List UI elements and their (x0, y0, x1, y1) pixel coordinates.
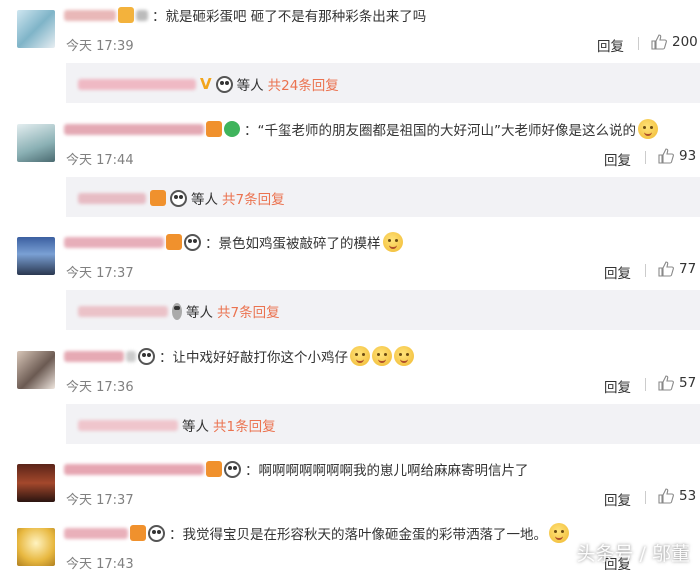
divider (645, 151, 646, 164)
avatar[interactable] (17, 10, 55, 48)
timestamp: 今天 17:36 (66, 380, 134, 395)
comment-text: ：景色如鸡蛋被敲碎了的模样 (205, 236, 381, 252)
laugh-emoji-icon (638, 119, 658, 139)
vip-badge-icon (150, 190, 166, 206)
username[interactable]: ：让中戏好好敲打你这个小鸡仔 (64, 346, 414, 366)
divider (645, 264, 646, 277)
divider (645, 378, 646, 391)
avatar[interactable] (17, 464, 55, 502)
divider (645, 491, 646, 504)
vip-badge-icon: V (200, 75, 212, 93)
username[interactable]: ：景色如鸡蛋被敲碎了的模样 (64, 232, 403, 252)
like-count: 53 (679, 488, 697, 504)
panda-emoji-icon (215, 75, 233, 93)
like-count: 77 (679, 261, 697, 277)
sub-who: 等人 (182, 419, 209, 435)
avatar[interactable] (17, 351, 55, 389)
view-replies-link[interactable]: 共24条回复 (268, 74, 339, 94)
comment-text: ：就是砸彩蛋吧 砸了不是有那种彩条出来了吗 (152, 9, 427, 25)
view-replies-link[interactable]: 共1条回复 (213, 415, 276, 435)
like-button[interactable]: 93 (658, 148, 696, 164)
avatar[interactable] (17, 237, 55, 275)
reply-button[interactable]: 回复 (604, 376, 631, 396)
sub-who: 等人 (191, 192, 218, 208)
sub-who: 等人 (186, 305, 213, 321)
timestamp: 今天 17:43 (66, 557, 134, 570)
divider (638, 37, 639, 50)
vip-badge-icon (206, 121, 222, 137)
timestamp: 今天 17:37 (66, 266, 134, 281)
vip-badge-icon (206, 461, 222, 477)
panda-emoji-icon (138, 347, 155, 365)
avatar[interactable] (17, 528, 55, 566)
timestamp: 今天 17:37 (66, 493, 134, 508)
watermark: 头条号 / 邬董 (576, 543, 690, 565)
vip-badge-icon (166, 234, 182, 250)
panda-emoji-icon (148, 524, 165, 542)
like-count: 57 (679, 375, 697, 391)
smile-emoji-icon (549, 523, 569, 543)
thumb-up-icon (658, 375, 674, 391)
like-button[interactable]: 200 (651, 34, 698, 50)
reply-button[interactable]: 回复 (597, 35, 624, 55)
vip-badge-icon (118, 7, 134, 23)
thumb-up-icon (658, 261, 674, 277)
smile-emoji-icon (382, 232, 403, 252)
like-button[interactable]: 53 (658, 488, 696, 504)
timestamp: 今天 17:44 (66, 153, 134, 168)
comment-text: ：啊啊啊啊啊啊啊我的崽儿啊给麻麻寄明信片了 (245, 463, 529, 479)
panda-emoji-icon (170, 189, 187, 207)
comment-text: ：让中戏好好敲打你这个小鸡仔 (159, 350, 348, 366)
panda-emoji-icon (184, 233, 201, 251)
sub-replies: V 等人 共24条回复 (66, 63, 700, 103)
reply-button[interactable]: 回复 (604, 489, 631, 509)
comment-text: ：“千玺老师的朋友圈都是祖国的大好河山”大老师好像是这么说的 (244, 123, 636, 139)
sub-who: 等人 (236, 78, 264, 94)
sub-replies: 等人 共1条回复 (66, 404, 700, 444)
like-count: 93 (679, 148, 697, 164)
thumb-up-icon (658, 488, 674, 504)
thumb-up-icon (651, 34, 667, 50)
reply-button[interactable]: 回复 (604, 149, 631, 169)
thumb-up-icon (658, 148, 674, 164)
vip-badge-icon (130, 525, 146, 541)
sub-replies: 等人 共7条回复 (66, 290, 700, 330)
like-button[interactable]: 57 (658, 375, 696, 391)
view-replies-link[interactable]: 共7条回复 (217, 301, 280, 321)
username[interactable]: ：就是砸彩蛋吧 砸了不是有那种彩条出来了吗 (64, 7, 427, 25)
kiss-emoji-icon (350, 346, 370, 366)
kiss-emoji-icon (372, 346, 392, 366)
panda-emoji-icon (224, 460, 241, 478)
view-replies-link[interactable]: 共7条回复 (222, 188, 285, 208)
kiss-emoji-icon (394, 346, 414, 366)
username[interactable]: ：啊啊啊啊啊啊啊我的崽儿啊给麻麻寄明信片了 (64, 460, 529, 479)
panda-emoji-icon (172, 302, 182, 320)
timestamp: 今天 17:39 (66, 39, 134, 54)
like-button[interactable]: 77 (658, 261, 696, 277)
comment-text: ：我觉得宝贝是在形容秋天的落叶像砸金蛋的彩带洒落了一地。 (169, 527, 547, 543)
username[interactable]: ：“千玺老师的朋友圈都是祖国的大好河山”大老师好像是这么说的 (64, 119, 658, 139)
reply-button[interactable]: 回复 (604, 262, 631, 282)
username[interactable]: ：我觉得宝贝是在形容秋天的落叶像砸金蛋的彩带洒落了一地。 (64, 523, 569, 543)
sub-replies: 等人 共7条回复 (66, 177, 700, 217)
like-count: 200 (672, 34, 698, 50)
heart-badge-icon (224, 121, 240, 137)
avatar[interactable] (17, 124, 55, 162)
